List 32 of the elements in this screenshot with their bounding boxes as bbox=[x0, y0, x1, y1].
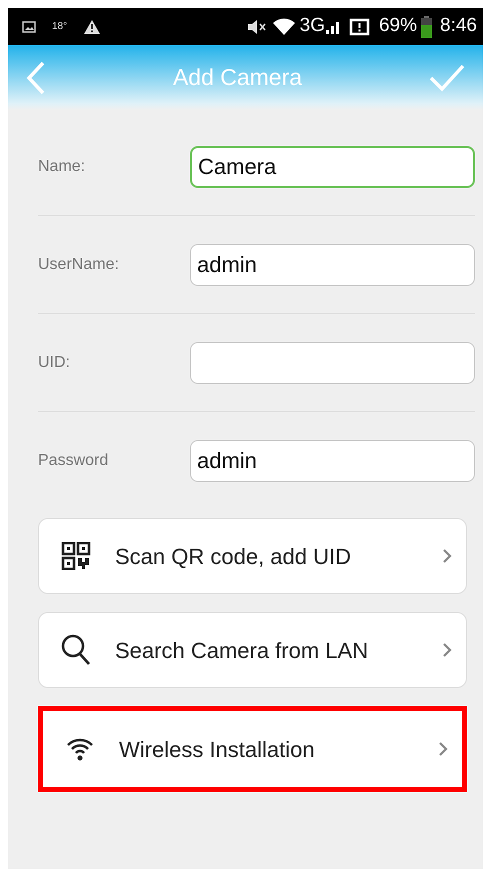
chevron-right-icon bbox=[442, 642, 452, 658]
wifi-icon bbox=[65, 736, 95, 762]
search-icon bbox=[61, 634, 91, 666]
battery-icon bbox=[421, 16, 432, 38]
page-title: Add Camera bbox=[172, 63, 302, 92]
back-icon bbox=[26, 60, 46, 94]
notification-icon bbox=[348, 18, 371, 36]
warning-icon bbox=[83, 18, 102, 34]
image-icon bbox=[22, 20, 36, 32]
confirm-button[interactable] bbox=[429, 64, 465, 92]
temperature-text: 18° bbox=[52, 20, 68, 34]
field-label: Password bbox=[38, 451, 110, 471]
back-button[interactable] bbox=[26, 60, 46, 94]
wifi-icon bbox=[272, 18, 296, 36]
check-icon bbox=[429, 64, 465, 92]
menu-button[interactable]: Scan QR code, add UID bbox=[38, 518, 467, 594]
text-field[interactable]: Camera bbox=[190, 146, 475, 188]
field-label: UserName: bbox=[38, 254, 120, 274]
muted-speaker-icon bbox=[246, 18, 268, 36]
battery-percent: 69% bbox=[378, 14, 418, 38]
menu-button[interactable]: Wireless Installation bbox=[38, 706, 467, 792]
field-label: UID: bbox=[38, 352, 71, 372]
network-text: 3G bbox=[300, 14, 325, 38]
chevron-right-icon bbox=[442, 548, 452, 564]
chevron-right-icon bbox=[438, 741, 448, 757]
text-field[interactable]: admin bbox=[190, 440, 475, 482]
clock-text: 8:46 bbox=[440, 14, 477, 38]
text-field[interactable] bbox=[190, 342, 475, 384]
field-label: Name: bbox=[38, 156, 86, 176]
menu-button[interactable]: Search Camera from LAN bbox=[38, 612, 467, 688]
text-field[interactable]: admin bbox=[190, 244, 475, 286]
qr-code-icon bbox=[61, 542, 91, 570]
